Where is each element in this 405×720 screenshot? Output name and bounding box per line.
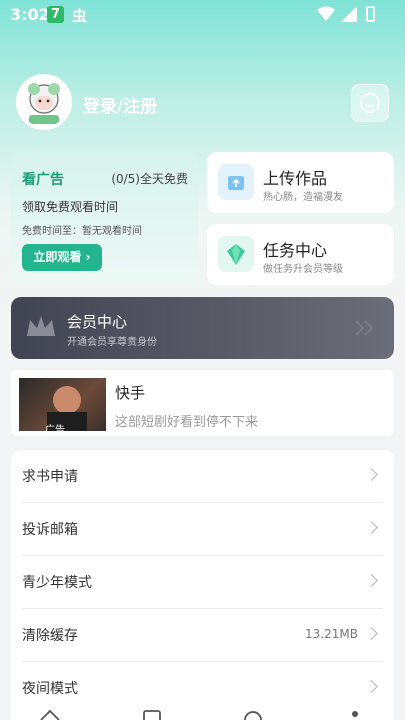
list-item-complaint-email[interactable]: 投诉邮箱 [11, 503, 394, 556]
list-item-label: 清除缓存 [22, 628, 78, 644]
vip-center-subtitle: 开通会员享尊贵身份 [67, 337, 157, 348]
chat-icon [360, 93, 380, 113]
ad-count: (0/5)全天免费 [111, 172, 188, 186]
vip-center-title: 会员中心 [67, 313, 128, 331]
crown-icon [27, 316, 55, 336]
login-register-link[interactable]: 登录/注册 [83, 92, 157, 117]
battery-icon [366, 6, 375, 22]
list-item-label: 求书申请 [22, 469, 78, 485]
avatar[interactable] [16, 74, 72, 130]
bookshelf-icon[interactable] [142, 710, 162, 720]
bug-notification-icon: 虫 [72, 7, 88, 25]
gem-icon [218, 236, 254, 272]
double-chevron-right-icon [355, 320, 374, 336]
status-bar: 3:02 7 虫 [0, 0, 405, 30]
ad-description: 这部短剧好看到停不下来 [115, 415, 259, 430]
list-item-clear-cache[interactable]: 清除缓存 13.21MB [11, 609, 394, 662]
chevron-right-icon [365, 574, 378, 587]
list-item-label: 青少年模式 [22, 575, 92, 591]
ad-tag: 广告 [45, 425, 65, 431]
upload-works-card[interactable]: 上传作品 热心肠，造福漫友 [207, 152, 394, 213]
list-item-label: 夜间模式 [22, 681, 78, 697]
chevron-right-icon [365, 680, 378, 693]
settings-list: 求书申请 投诉邮箱 青少年模式 清除缓存 13.21MB 夜间模式 [11, 450, 394, 720]
bottom-nav [0, 705, 405, 720]
chevron-right-icon: › [85, 250, 91, 264]
vip-center-banner[interactable]: 会员中心 开通会员享尊贵身份 [11, 297, 394, 359]
notification-badge-icon: 7 [47, 6, 64, 23]
list-item-teen-mode[interactable]: 青少年模式 [11, 556, 394, 609]
cache-size: 13.21MB [305, 627, 358, 641]
task-center-subtitle: 做任务升会员等级 [263, 264, 343, 275]
ad-thumbnail: 广告 [19, 378, 106, 431]
list-item-book-request[interactable]: 求书申请 [11, 450, 394, 503]
upload-works-subtitle: 热心肠，造福漫友 [263, 192, 343, 203]
message-button[interactable] [351, 84, 389, 122]
task-center-title: 任务中心 [263, 241, 328, 260]
status-time: 3:02 [10, 5, 50, 24]
chevron-right-icon [365, 521, 378, 534]
ad-subtitle: 领取免费观看时间 [22, 200, 119, 214]
discover-icon[interactable] [243, 710, 263, 720]
watch-now-label: 立即观看 [33, 250, 82, 264]
signal-icon [341, 6, 357, 22]
profile-icon[interactable] [345, 709, 365, 720]
upload-icon [218, 164, 254, 200]
list-item-label: 投诉邮箱 [22, 522, 78, 538]
task-center-card[interactable]: 任务中心 做任务升会员等级 [207, 224, 394, 285]
home-icon[interactable] [40, 709, 60, 720]
chevron-right-icon [365, 627, 378, 640]
free-time-text: 免费时间至：暂无观看时间 [22, 226, 142, 237]
watch-ad-title: 看广告 [22, 172, 64, 188]
watch-ad-card: 看广告 (0/5)全天免费 领取免费观看时间 免费时间至：暂无观看时间 立即观看… [11, 152, 198, 285]
upload-works-title: 上传作品 [263, 169, 328, 188]
ad-banner[interactable]: 广告 快手 这部短剧好看到停不下来 [11, 370, 394, 436]
wifi-icon [317, 6, 335, 21]
chevron-right-icon [365, 468, 378, 481]
watch-now-button[interactable]: 立即观看 › [22, 244, 102, 271]
ad-title: 快手 [115, 384, 146, 402]
